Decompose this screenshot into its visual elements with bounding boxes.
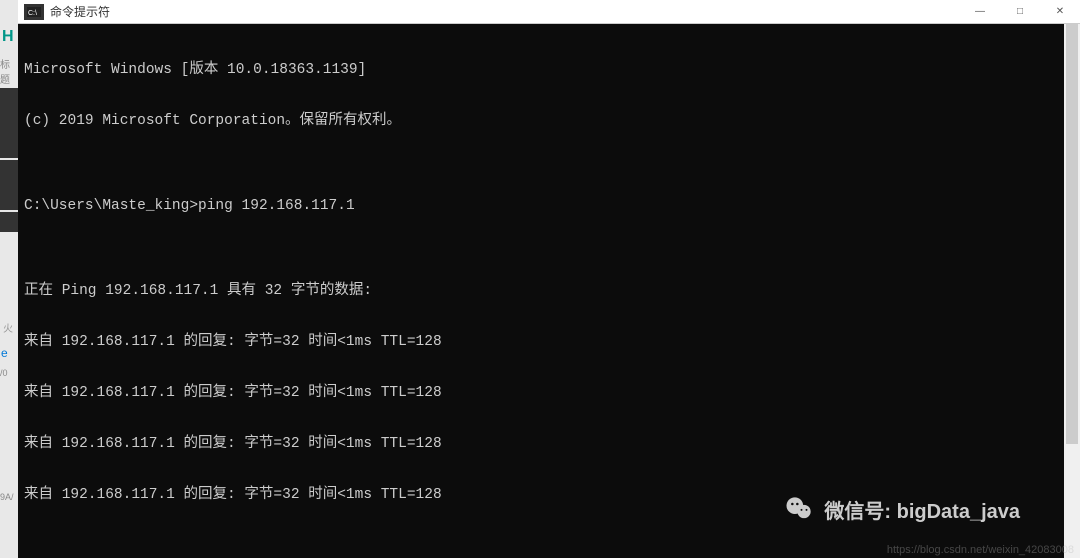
bg-label: 标题 [0, 56, 18, 86]
terminal-line: 来自 192.168.117.1 的回复: 字节=32 时间<1ms TTL=1… [24, 385, 1074, 402]
maximize-button[interactable]: □ [1000, 0, 1040, 24]
window-title: 命令提示符 [50, 3, 960, 20]
terminal-line: (c) 2019 Microsoft Corporation。保留所有权利。 [24, 113, 1074, 130]
window-controls: — □ ✕ [960, 0, 1080, 24]
bg-e: e [1, 346, 8, 360]
wechat-text: 微信号: bigData_java [824, 495, 1020, 524]
minimize-button[interactable]: — [960, 0, 1000, 24]
background-sidebar: H 标题 火 e /0 9A/ [0, 0, 18, 558]
bg-minimap-a [0, 88, 18, 158]
wechat-icon [784, 494, 814, 524]
terminal-output[interactable]: Microsoft Windows [版本 10.0.18363.1139] (… [18, 24, 1080, 558]
terminal-line: 正在 Ping 192.168.117.1 具有 32 字节的数据: [24, 283, 1074, 300]
vertical-scrollbar[interactable] [1064, 24, 1080, 558]
command-prompt-window: C:\ 命令提示符 — □ ✕ Microsoft Windows [版本 10… [18, 0, 1080, 558]
terminal-line: 来自 192.168.117.1 的回复: 字节=32 时间<1ms TTL=1… [24, 334, 1074, 351]
bg-minimap-c [0, 212, 18, 232]
terminal-line: Microsoft Windows [版本 10.0.18363.1139] [24, 62, 1074, 79]
titlebar[interactable]: C:\ 命令提示符 — □ ✕ [18, 0, 1080, 24]
bg-zero: /0 [0, 368, 8, 378]
terminal-line: 来自 192.168.117.1 的回复: 字节=32 时间<1ms TTL=1… [24, 436, 1074, 453]
svg-text:C:\: C:\ [28, 10, 37, 17]
terminal-line: C:\Users\Maste_king>ping 192.168.117.1 [24, 198, 1074, 215]
bg-minimap-b [0, 160, 18, 210]
cmd-icon: C:\ [24, 4, 44, 20]
bg-fox: 火 [3, 320, 13, 336]
scrollbar-thumb[interactable] [1066, 24, 1078, 444]
bg-nine: 9A/ [0, 492, 14, 502]
wechat-watermark: 微信号: bigData_java [784, 494, 1020, 524]
app-letter-h: H [2, 28, 14, 46]
csdn-url-watermark: https://blog.csdn.net/weixin_42083008 [887, 544, 1074, 556]
close-button[interactable]: ✕ [1040, 0, 1080, 24]
